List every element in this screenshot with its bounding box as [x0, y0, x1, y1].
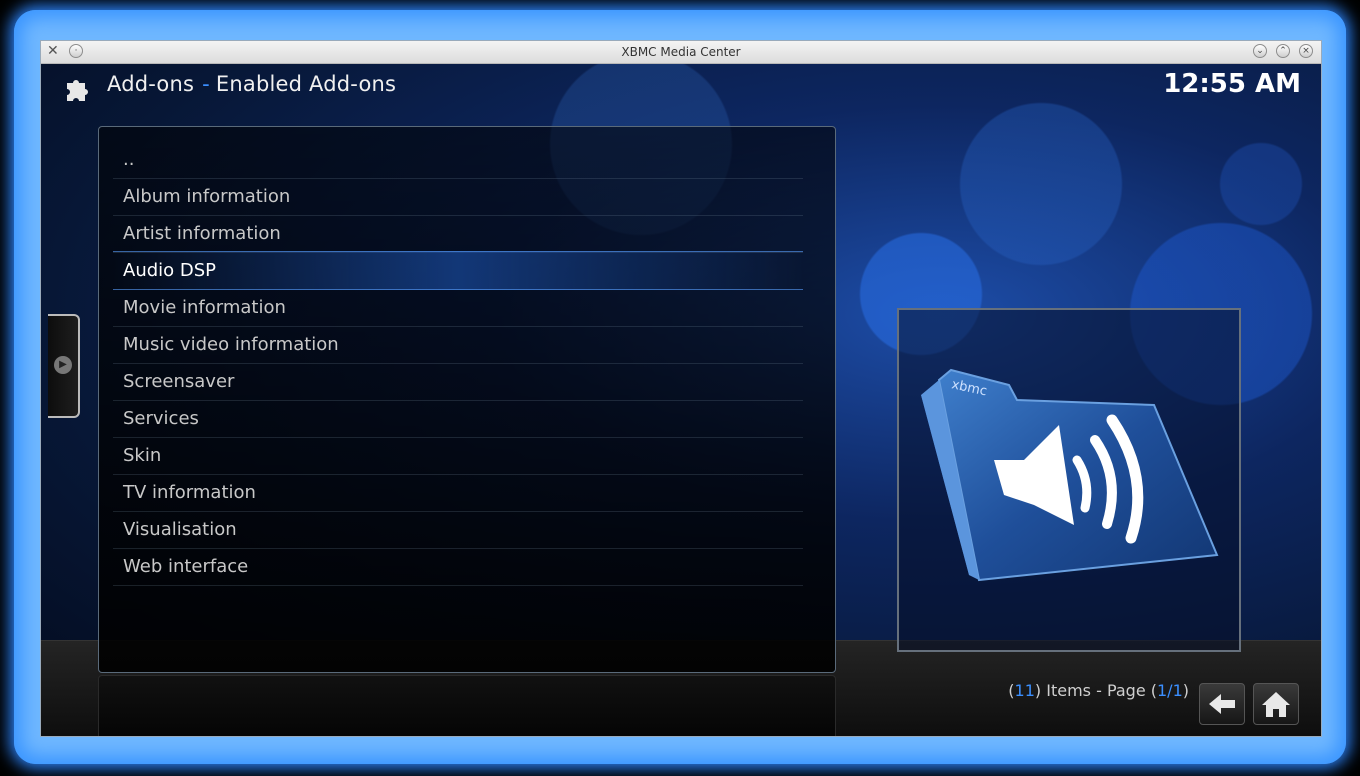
list-item-tv-information[interactable]: TV information — [113, 474, 803, 512]
media-center-stage: Add-ons - Enabled Add-ons 12:55 AM ▶ .. Al… — [41, 64, 1321, 736]
section-title: Add-ons — [107, 72, 195, 96]
back-arrow-icon — [1209, 694, 1235, 714]
maximize-button[interactable]: ⌃ — [1276, 44, 1290, 58]
clock: 12:55 AM — [1163, 69, 1301, 99]
home-icon — [1262, 692, 1290, 717]
list-panel-reflection — [98, 675, 836, 736]
subsection-title: Enabled Add-ons — [215, 72, 397, 96]
puzzle-icon — [67, 80, 88, 101]
title-separator: - — [202, 72, 210, 96]
list-item-album-information[interactable]: Album information — [113, 178, 803, 216]
audio-folder-icon: xbmc — [921, 368, 1219, 582]
list-item-skin[interactable]: Skin — [113, 437, 803, 475]
addon-thumbnail: xbmc — [897, 308, 1241, 652]
list-item-web-interface[interactable]: Web interface — [113, 548, 803, 586]
page-number: 1/1 — [1157, 681, 1183, 700]
window-title: XBMC Media Center — [621, 45, 741, 59]
list-item-parent[interactable]: .. — [113, 141, 803, 179]
app-window: ✕ · XBMC Media Center ⌄ ⌃ × Add-ons - Enab… — [40, 40, 1322, 737]
list-item-music-video-information[interactable]: Music video information — [113, 326, 803, 364]
list-item-services[interactable]: Services — [113, 400, 803, 438]
list-item-artist-information[interactable]: Artist information — [113, 215, 803, 253]
addon-list-panel: .. Album information Artist information … — [98, 126, 836, 673]
back-button[interactable] — [1199, 683, 1245, 725]
items-page-info: (11) Items - Page (1/1) — [1008, 681, 1189, 700]
page-title: Add-ons - Enabled Add-ons — [107, 72, 396, 96]
items-close-paren: ) — [1182, 681, 1189, 700]
list-item-audio-dsp[interactable]: Audio DSP — [113, 251, 803, 290]
list-item-movie-information[interactable]: Movie information — [113, 289, 803, 327]
item-count: 11 — [1014, 681, 1035, 700]
minimize-button[interactable]: ⌄ — [1253, 44, 1267, 58]
close-button[interactable]: × — [1299, 44, 1313, 58]
list-item-visualisation[interactable]: Visualisation — [113, 511, 803, 549]
items-page-text: ) Items - Page ( — [1034, 681, 1157, 700]
side-menu-arrow-icon: ▶ — [54, 356, 72, 374]
side-menu-tab[interactable]: ▶ — [48, 314, 80, 418]
home-button[interactable] — [1253, 683, 1299, 725]
window-titlebar[interactable]: ✕ · XBMC Media Center ⌄ ⌃ × — [41, 41, 1321, 64]
list-item-screensaver[interactable]: Screensaver — [113, 363, 803, 401]
